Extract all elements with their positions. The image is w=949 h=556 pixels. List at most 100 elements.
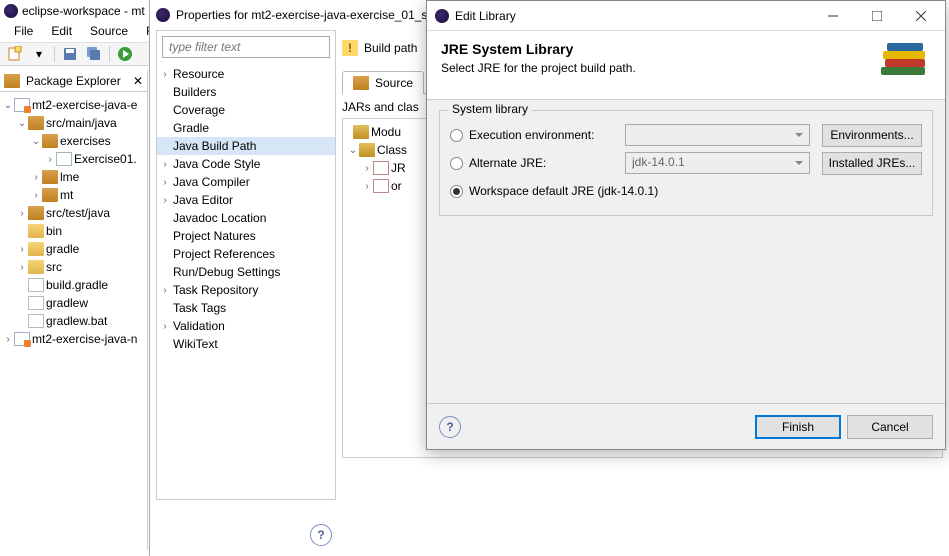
minimize-button[interactable] [811,2,855,30]
expand-icon[interactable]: ⌄ [16,118,28,129]
expand-icon[interactable]: › [16,208,28,219]
expand-icon[interactable]: › [159,69,171,80]
close-button[interactable] [899,2,943,30]
tree-gradlew[interactable]: gradlew [46,296,88,310]
folder-icon [28,260,44,274]
tree-src-test[interactable]: src/test/java [46,206,110,220]
cat-java-build-path[interactable]: Java Build Path [171,139,256,153]
expand-icon[interactable]: › [361,181,373,192]
cat-wikitext[interactable]: WikiText [171,337,218,351]
expand-icon[interactable]: › [2,334,14,345]
expand-icon[interactable]: › [159,177,171,188]
warning-icon: ! [342,40,358,56]
jt-classpath[interactable]: Class [377,143,407,157]
expand-icon[interactable]: › [16,244,28,255]
tree-gradle[interactable]: gradle [46,242,79,256]
combo-execution-env[interactable] [625,124,810,146]
cat-java-editor[interactable]: Java Editor [171,193,233,207]
tab-source[interactable]: Source [342,71,424,94]
expand-icon[interactable]: › [159,195,171,206]
expand-icon[interactable]: › [159,285,171,296]
radio-alternate-jre[interactable] [450,157,463,170]
project-icon [14,332,30,346]
jt-jre[interactable]: JR [391,161,406,175]
expand-icon[interactable]: › [361,163,373,174]
cat-gradle[interactable]: Gradle [171,121,209,135]
help-icon[interactable]: ? [439,416,461,438]
module-icon [353,125,369,139]
cat-task-tags[interactable]: Task Tags [171,301,226,315]
properties-sidebar: ›Resource Builders Coverage Gradle Java … [156,30,336,500]
filter-input[interactable] [162,36,330,58]
package-explorer-header: Package Explorer ✕ [0,70,147,92]
cat-java-compiler[interactable]: Java Compiler [171,175,250,189]
tree-exercise01[interactable]: Exercise01. [74,152,137,166]
books-icon [875,41,931,85]
close-view-icon[interactable]: ✕ [133,74,143,88]
cancel-button[interactable]: Cancel [847,415,933,439]
run-button[interactable] [114,44,136,64]
tree-exercises[interactable]: exercises [60,134,111,148]
tree-build-gradle[interactable]: build.gradle [46,278,108,292]
cat-builders[interactable]: Builders [171,85,216,99]
expand-icon[interactable]: › [30,172,42,183]
help-row: ? [310,524,332,546]
tree-mt[interactable]: mt [60,188,73,202]
menu-source[interactable]: Source [82,22,136,42]
expand-icon[interactable]: › [16,262,28,273]
save-button[interactable] [59,44,81,64]
menu-edit[interactable]: Edit [43,22,80,42]
save-all-button[interactable] [83,44,105,64]
radio-execution-env[interactable] [450,129,463,142]
maximize-button[interactable] [855,2,899,30]
expand-icon[interactable]: › [159,321,171,332]
tree-gradlew-bat[interactable]: gradlew.bat [46,314,107,328]
radio-workspace-default[interactable] [450,185,463,198]
cat-resource[interactable]: Resource [171,67,224,81]
tree-project-1[interactable]: mt2-exercise-java-e [32,98,137,112]
cat-validation[interactable]: Validation [171,319,225,333]
file-icon [28,314,44,328]
tree-src[interactable]: src [46,260,62,274]
cat-coverage[interactable]: Coverage [171,103,225,117]
installed-jres-button[interactable]: Installed JREs... [822,152,922,175]
source-icon [353,76,369,90]
environments-button[interactable]: Environments... [822,124,922,147]
cat-run-debug[interactable]: Run/Debug Settings [171,265,280,279]
expand-icon[interactable]: ⌄ [30,136,42,147]
option-workspace-default[interactable]: Workspace default JRE (jdk-14.0.1) [450,177,922,205]
option-alternate-jre[interactable]: Alternate JRE: jdk-14.0.1 Installed JREs… [450,149,922,177]
tree-bin[interactable]: bin [46,224,62,238]
new-button[interactable] [4,44,26,64]
tree-project-2[interactable]: mt2-exercise-java-n [32,332,137,346]
package-icon [42,134,58,148]
cat-task-repo[interactable]: Task Repository [171,283,258,297]
tree-src-main[interactable]: src/main/java [46,116,117,130]
cat-java-code-style[interactable]: Java Code Style [171,157,260,171]
jt-module[interactable]: Modu [371,125,401,139]
expand-icon[interactable]: › [159,159,171,170]
help-icon[interactable]: ? [310,524,332,546]
new-dropdown[interactable]: ▾ [28,44,50,64]
cat-project-references[interactable]: Project References [171,247,275,261]
expand-icon[interactable]: › [44,154,56,165]
expand-icon[interactable]: ⌄ [2,100,14,111]
expand-icon[interactable]: ⌄ [347,145,359,156]
finish-button[interactable]: Finish [755,415,841,439]
category-list[interactable]: ›Resource Builders Coverage Gradle Java … [157,63,335,355]
tree-lme[interactable]: lme [60,170,79,184]
cat-project-natures[interactable]: Project Natures [171,229,256,243]
menu-file[interactable]: File [6,22,41,42]
option-execution-env[interactable]: Execution environment: Environments... [450,121,922,149]
combo-alternate-jre[interactable]: jdk-14.0.1 [625,152,810,174]
edit-subheading: Select JRE for the project build path. [441,61,875,75]
java-file-icon [56,152,72,166]
cat-javadoc[interactable]: Javadoc Location [171,211,266,225]
edit-title-bar[interactable]: Edit Library [427,1,945,31]
jt-or[interactable]: or [391,179,402,193]
expand-icon[interactable]: › [30,190,42,201]
warning-text: Build path [364,41,417,55]
source-folder-icon [28,116,44,130]
main-title: eclipse-workspace - mt [22,4,145,18]
project-tree[interactable]: ⌄ mt2-exercise-java-e ⌄ src/main/java ⌄ exe… [0,92,147,348]
